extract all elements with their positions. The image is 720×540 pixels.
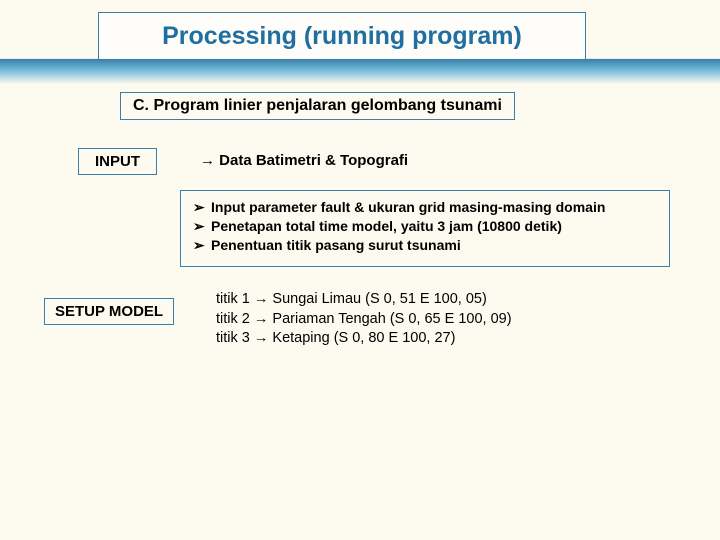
- titik-name: Sungai Limau: [272, 291, 361, 307]
- titik-coords: (S 0, 51 E 100, 05): [365, 291, 487, 307]
- arrow-icon: →: [254, 330, 269, 346]
- subtitle-box: C. Program linier penjalaran gelombang t…: [120, 92, 515, 120]
- arrow-icon: →: [254, 291, 269, 307]
- titik-prefix: titik 2: [216, 311, 250, 327]
- titik-coords: (S 0, 80 E 100, 27): [334, 330, 456, 346]
- arrow-icon: →: [200, 152, 215, 169]
- input-text: → Data Batimetri & Topografi: [200, 152, 408, 169]
- bullet-marker-icon: ➢: [193, 237, 211, 254]
- input-value: Data Batimetri & Topografi: [219, 152, 408, 169]
- titik-prefix: titik 1: [216, 291, 250, 307]
- bullet-marker-icon: ➢: [193, 218, 211, 235]
- bullets-box: ➢ Input parameter fault & ukuran grid ma…: [180, 190, 670, 267]
- titik-line: titik 1 → Sungai Limau (S 0, 51 E 100, 0…: [216, 290, 512, 310]
- bullet-marker-icon: ➢: [193, 199, 211, 216]
- titik-prefix: titik 3: [216, 330, 250, 346]
- titik-name: Pariaman Tengah: [272, 311, 385, 327]
- bullet-text: Input parameter fault & ukuran grid masi…: [211, 199, 605, 215]
- bullet-text: Penetapan total time model, yaitu 3 jam …: [211, 218, 562, 234]
- page-title: Processing (running program): [162, 22, 522, 51]
- bullet-item: ➢ Penetapan total time model, yaitu 3 ja…: [193, 218, 657, 235]
- bullet-item: ➢ Input parameter fault & ukuran grid ma…: [193, 199, 657, 216]
- titik-name: Ketaping: [272, 330, 329, 346]
- arrow-icon: →: [254, 311, 269, 327]
- bullet-text: Penentuan titik pasang surut tsunami: [211, 237, 461, 253]
- titik-line: titik 2 → Pariaman Tengah (S 0, 65 E 100…: [216, 310, 512, 330]
- titik-block: titik 1 → Sungai Limau (S 0, 51 E 100, 0…: [216, 290, 512, 349]
- bullet-item: ➢ Penentuan titik pasang surut tsunami: [193, 237, 657, 254]
- title-box: Processing (running program): [98, 12, 586, 60]
- decorative-wave: [0, 58, 720, 84]
- titik-coords: (S 0, 65 E 100, 09): [390, 311, 512, 327]
- titik-line: titik 3 → Ketaping (S 0, 80 E 100, 27): [216, 329, 512, 349]
- input-label-box: INPUT: [78, 148, 157, 175]
- setup-model-label-box: SETUP MODEL: [44, 298, 174, 325]
